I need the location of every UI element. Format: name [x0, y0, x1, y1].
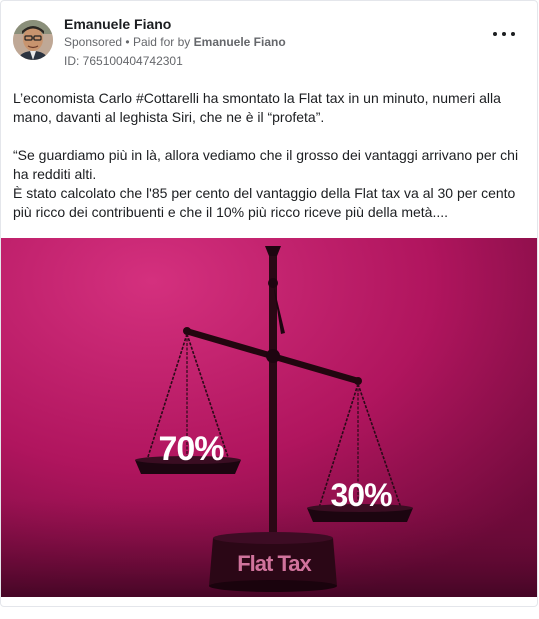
base-label: Flat Tax [237, 551, 312, 576]
author-name[interactable]: Emanuele Fiano [64, 16, 171, 32]
sponsored-label: Sponsored [64, 35, 123, 49]
meta-separator: • [125, 35, 130, 49]
sponsored-meta: Sponsored • Paid for by Emanuele Fiano [64, 35, 286, 49]
avatar-portrait-icon [13, 20, 53, 60]
right-pan-label: 30% [330, 477, 392, 513]
payer-name[interactable]: Emanuele Fiano [194, 35, 286, 49]
ad-id: ID: 765100404742301 [64, 54, 183, 68]
post-header: Emanuele Fiano Sponsored • Paid for by E… [13, 15, 525, 73]
post-image[interactable]: 70% 30% Flat Tax [1, 238, 537, 597]
scale-illustration: 70% 30% Flat Tax [1, 238, 537, 597]
post-text-line: mano, davanti al leghista Siri, che ne è… [13, 109, 325, 125]
more-options-icon[interactable] [493, 27, 515, 41]
post-text-line: ha redditi alti. [13, 166, 97, 182]
avatar[interactable] [13, 20, 53, 60]
sponsored-post-card: Emanuele Fiano Sponsored • Paid for by E… [0, 0, 538, 607]
post-text-line: L’economista Carlo #Cottarelli ha smonta… [13, 90, 501, 106]
post-text-line: più ricco dei contribuenti e che il 10% … [13, 204, 448, 220]
post-text-line: È stato calcolato che l'85 per cento del… [13, 185, 516, 201]
paid-for-prefix: Paid for by [132, 35, 191, 49]
post-text-line: “Se guardiamo più in là, allora vediamo … [13, 147, 519, 163]
left-pan-label: 70% [158, 430, 224, 468]
post-text: L’economista Carlo #Cottarelli ha smonta… [13, 89, 523, 222]
